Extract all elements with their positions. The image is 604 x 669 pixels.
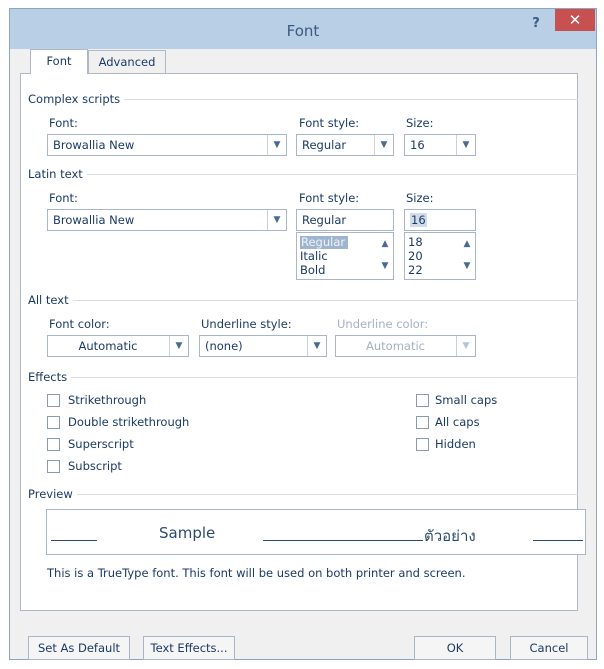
list-item[interactable]: 20: [408, 250, 423, 263]
preview-baseline: [533, 540, 583, 541]
section-preview: Preview: [28, 486, 578, 502]
small-caps-label[interactable]: Small caps: [435, 392, 497, 408]
complex-font-label: Font:: [49, 116, 78, 130]
chevron-down-icon: ▼: [307, 336, 326, 356]
hidden-label[interactable]: Hidden: [435, 436, 476, 452]
complex-style-label: Font style:: [299, 116, 360, 130]
tab-font-label: Font: [46, 54, 72, 68]
section-preview-heading: Preview: [28, 487, 77, 501]
complex-size-label: Size:: [406, 116, 434, 130]
subscript-label[interactable]: Subscript: [68, 458, 122, 474]
list-item[interactable]: Bold: [300, 264, 325, 277]
cancel-button[interactable]: Cancel: [510, 636, 588, 660]
preview-sample-complex: ตัวอย่าง: [424, 527, 476, 545]
latin-size-input-value: 16: [410, 213, 427, 227]
tab-advanced[interactable]: Advanced: [88, 50, 166, 73]
superscript-checkbox[interactable]: [47, 438, 60, 451]
section-effects: Effects: [28, 369, 578, 385]
chevron-up-icon[interactable]: ▲: [379, 239, 391, 249]
section-latin-text: Latin text: [28, 166, 578, 182]
superscript-label[interactable]: Superscript: [68, 436, 134, 452]
complex-style-select[interactable]: Regular ▼: [296, 134, 394, 156]
chevron-down-icon[interactable]: ▼: [379, 261, 391, 271]
close-icon: ✕: [568, 11, 582, 29]
complex-style-value: Regular: [302, 138, 347, 152]
latin-font-value: Browallia New: [53, 213, 135, 227]
preview-baseline: [51, 540, 97, 541]
section-latin-text-heading: Latin text: [28, 167, 87, 181]
small-caps-checkbox[interactable]: [416, 394, 429, 407]
strikethrough-label[interactable]: Strikethrough: [68, 392, 146, 408]
chevron-down-icon: ▼: [374, 135, 393, 155]
complex-font-select[interactable]: Browallia New ▼: [47, 134, 287, 156]
list-item[interactable]: 22: [408, 264, 423, 277]
chevron-down-icon[interactable]: ▼: [461, 261, 473, 271]
double-strikethrough-label[interactable]: Double strikethrough: [68, 414, 189, 430]
section-complex-scripts-heading: Complex scripts: [28, 92, 125, 106]
list-item[interactable]: 18: [408, 236, 423, 249]
list-item[interactable]: Regular: [300, 236, 349, 249]
set-as-default-button[interactable]: Set As Default: [28, 636, 130, 660]
latin-size-input[interactable]: 16: [404, 209, 476, 231]
section-complex-scripts: Complex scripts: [28, 91, 578, 107]
section-all-text: All text: [28, 292, 578, 308]
subscript-checkbox[interactable]: [47, 460, 60, 473]
strikethrough-checkbox[interactable]: [47, 394, 60, 407]
complex-font-value: Browallia New: [53, 138, 135, 152]
dialog-title: Font: [286, 22, 320, 40]
underline-color-label: Underline color:: [337, 317, 429, 331]
complex-size-value: 16: [410, 138, 425, 152]
chevron-down-icon: ▼: [456, 135, 475, 155]
chevron-down-icon: ▼: [169, 336, 188, 356]
latin-style-input[interactable]: Regular: [296, 209, 394, 231]
underline-color-select: Automatic ▼: [335, 335, 476, 357]
chevron-down-icon: ▼: [456, 336, 475, 356]
underline-color-value: Automatic: [366, 339, 425, 353]
ok-button[interactable]: OK: [414, 636, 496, 660]
section-effects-heading: Effects: [28, 370, 72, 384]
latin-font-label: Font:: [49, 191, 78, 205]
double-strikethrough-checkbox[interactable]: [47, 416, 60, 429]
latin-style-list[interactable]: Regular Italic Bold ▲ ▼: [296, 232, 394, 280]
chevron-up-icon[interactable]: ▲: [461, 239, 473, 249]
all-caps-label[interactable]: All caps: [435, 414, 480, 430]
font-color-value: Automatic: [78, 339, 138, 353]
help-button[interactable]: ?: [528, 16, 544, 34]
list-item[interactable]: Italic: [300, 250, 328, 263]
font-color-select[interactable]: Automatic ▼: [47, 335, 189, 357]
close-button[interactable]: ✕: [555, 9, 595, 31]
underline-style-label: Underline style:: [201, 317, 292, 331]
latin-size-label: Size:: [406, 191, 434, 205]
tab-advanced-label: Advanced: [98, 55, 156, 69]
preview-box: Sample ตัวอย่าง: [46, 509, 586, 555]
latin-style-input-value: Regular: [302, 213, 347, 227]
all-caps-checkbox[interactable]: [416, 416, 429, 429]
latin-font-select[interactable]: Browallia New ▼: [47, 209, 287, 231]
hidden-checkbox[interactable]: [416, 438, 429, 451]
underline-style-select[interactable]: (none) ▼: [199, 335, 327, 357]
tab-font[interactable]: Font: [30, 49, 88, 74]
preview-sample-latin: Sample: [159, 524, 216, 542]
underline-style-value: (none): [205, 339, 243, 353]
text-effects-button[interactable]: Text Effects...: [143, 636, 235, 660]
preview-note: This is a TrueType font. This font will …: [47, 566, 466, 580]
latin-style-label: Font style:: [299, 191, 360, 205]
preview-baseline: [263, 540, 423, 541]
chevron-down-icon: ▼: [267, 210, 286, 230]
chevron-down-icon: ▼: [267, 135, 286, 155]
complex-size-select[interactable]: 16 ▼: [404, 134, 476, 156]
latin-size-list[interactable]: 18 20 22 ▲ ▼: [404, 232, 476, 280]
section-all-text-heading: All text: [28, 293, 73, 307]
font-color-label: Font color:: [49, 317, 110, 331]
